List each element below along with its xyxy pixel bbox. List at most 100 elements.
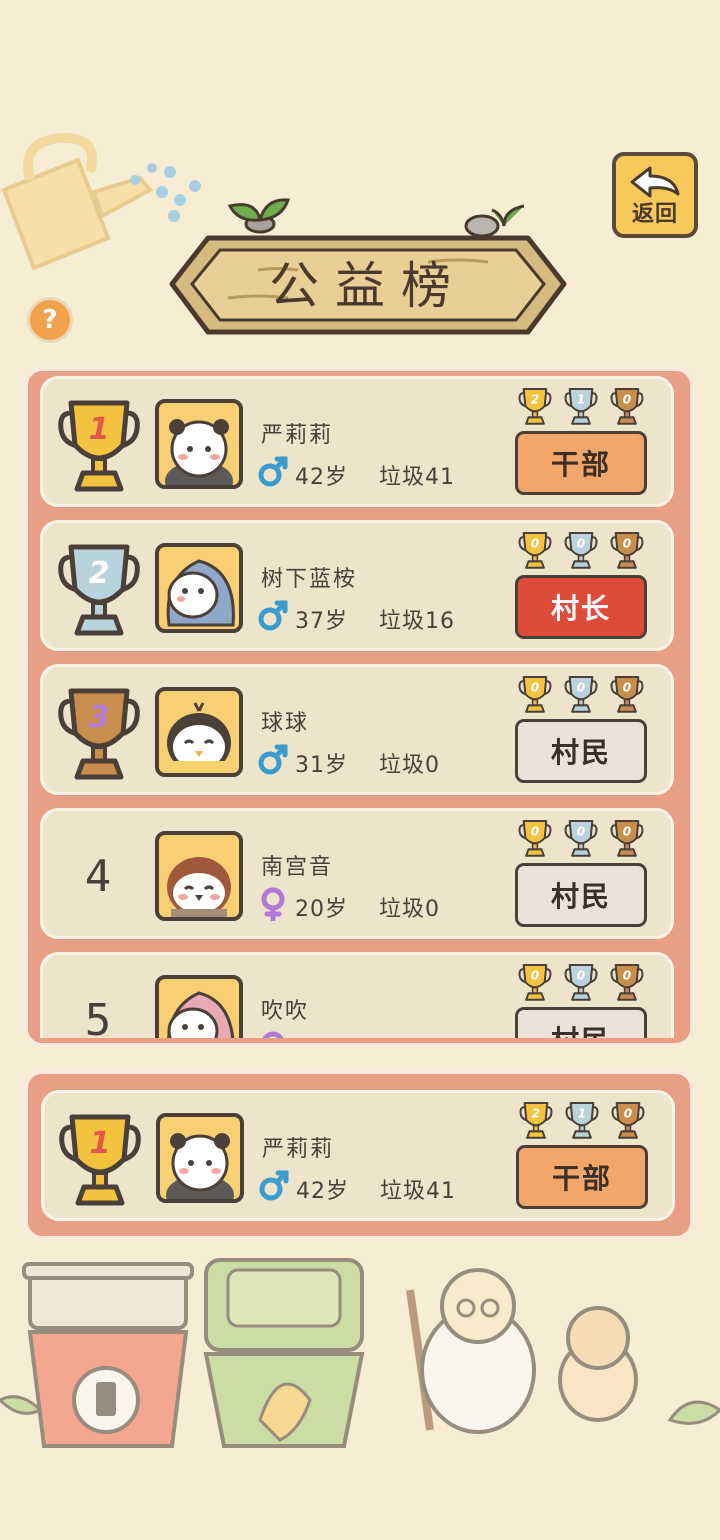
svg-text:0: 0	[577, 681, 585, 695]
ranking-row[interactable]: 3 球球 31岁 垃圾0 0 0 0 村民	[40, 664, 674, 795]
player-name: 树下蓝桉	[261, 567, 358, 592]
svg-text:0: 0	[623, 969, 631, 983]
medal-trophy-icon: 1	[564, 1099, 600, 1145]
medal-trophy-icon: 0	[609, 529, 645, 575]
svg-text:0: 0	[577, 825, 585, 839]
trophy-icon: 2	[57, 537, 141, 641]
hamster-elder-icon	[406, 1268, 638, 1434]
svg-text:0: 0	[623, 537, 631, 551]
garbage-count: 垃圾41	[379, 465, 455, 490]
svg-text:0: 0	[623, 681, 631, 695]
svg-text:2: 2	[532, 1107, 540, 1121]
svg-text:0: 0	[623, 825, 631, 839]
bottom-scene	[0, 1258, 720, 1448]
svg-text:3: 3	[89, 700, 110, 735]
medal-counts: 0 0 0	[517, 673, 647, 715]
rank-number: 4	[84, 850, 112, 902]
svg-text:1: 1	[90, 1126, 111, 1161]
medal-trophy-icon: 0	[609, 961, 645, 1007]
ranking-row[interactable]: 1 严莉莉 42岁 垃圾41 2 1 0 干部	[40, 376, 674, 507]
svg-text:0: 0	[531, 681, 539, 695]
garbage-count: 垃圾0	[379, 753, 440, 778]
ranking-row[interactable]: 4 南宫音 20岁 垃圾0 0 0 0 村民	[40, 808, 674, 939]
ranking-row[interactable]: 2 树下蓝桉 37岁 垃圾16 0 0 0 村长	[40, 520, 674, 651]
medal-counts: 0 0 0	[517, 817, 647, 859]
svg-text:0: 0	[531, 825, 539, 839]
medal-counts: 2 1 0	[518, 1099, 648, 1141]
ranking-list[interactable]: 1 严莉莉 42岁 垃圾41 2 1 0 干部 2 树下蓝桉 37岁 垃圾16 …	[40, 376, 676, 1038]
penguin-avatar[interactable]	[155, 687, 243, 777]
svg-text:0: 0	[531, 537, 539, 551]
role-button[interactable]: 干部	[516, 1145, 648, 1209]
svg-text:2: 2	[89, 556, 110, 591]
pink-hedgehog-avatar[interactable]	[155, 975, 243, 1038]
medal-trophy-icon: 0	[563, 673, 599, 719]
garbage-count: 垃圾41	[380, 1179, 456, 1204]
svg-text:1: 1	[578, 1107, 586, 1121]
hedgehog-avatar[interactable]	[155, 543, 243, 633]
recycle-bin-icon	[22, 1262, 194, 1448]
male-icon	[257, 743, 289, 777]
help-button[interactable]: ?	[27, 297, 73, 343]
medal-trophy-icon: 0	[609, 673, 645, 719]
rank-number: 5	[84, 994, 112, 1039]
player-name: 吹吹	[261, 999, 310, 1024]
female-icon	[257, 887, 289, 923]
player-name: 严莉莉	[262, 1137, 335, 1162]
player-age: 42岁	[296, 1179, 349, 1204]
ranking-row[interactable]: 5 吹吹 0 0 0 村民	[40, 952, 674, 1038]
sparrow-avatar[interactable]	[155, 831, 243, 921]
back-button[interactable]: 返回	[612, 152, 698, 238]
medal-trophy-icon: 0	[610, 1099, 646, 1145]
medal-trophy-icon: 0	[609, 385, 645, 431]
panda-avatar[interactable]	[156, 1113, 244, 1203]
player-name: 南宫音	[261, 855, 334, 880]
player-age: 20岁	[295, 897, 348, 922]
svg-text:1: 1	[577, 393, 585, 407]
svg-text:0: 0	[577, 537, 585, 551]
trophy-icon: 1	[57, 393, 141, 497]
medal-trophy-icon: 0	[563, 961, 599, 1007]
medal-counts: 2 1 0	[517, 385, 647, 427]
medal-trophy-icon: 0	[517, 673, 553, 719]
medal-trophy-icon: 2	[517, 385, 553, 431]
male-icon	[257, 455, 289, 489]
medal-trophy-icon: 0	[609, 817, 645, 863]
medal-trophy-icon: 0	[563, 817, 599, 863]
role-button[interactable]: 村民	[515, 863, 647, 927]
medal-trophy-icon: 0	[563, 529, 599, 575]
svg-text:2: 2	[531, 393, 539, 407]
role-button[interactable]: 村民	[515, 719, 647, 783]
my-ranking-row[interactable]: 1 严莉莉 42岁 垃圾41 2 1 0 干部	[41, 1090, 675, 1221]
player-age: 37岁	[295, 609, 348, 634]
medal-counts: 0 0 0	[517, 529, 647, 571]
role-button[interactable]: 村长	[515, 575, 647, 639]
male-icon	[258, 1169, 290, 1203]
garbage-count: 垃圾0	[379, 897, 440, 922]
role-button[interactable]: 干部	[515, 431, 647, 495]
garbage-count: 垃圾16	[379, 609, 455, 634]
player-name: 严莉莉	[261, 423, 334, 448]
medal-trophy-icon: 0	[517, 817, 553, 863]
svg-text:1: 1	[89, 412, 110, 447]
medal-trophy-icon: 2	[518, 1099, 554, 1145]
medal-trophy-icon: 1	[563, 385, 599, 431]
player-name: 球球	[261, 711, 310, 736]
svg-text:0: 0	[624, 1107, 632, 1121]
medal-trophy-icon: 0	[517, 961, 553, 1007]
medal-counts: 0 0 0	[517, 961, 647, 1003]
player-age: 42岁	[295, 465, 348, 490]
back-arrow-icon	[630, 166, 680, 198]
svg-text:0: 0	[577, 969, 585, 983]
medal-trophy-icon: 0	[517, 529, 553, 575]
back-label: 返回	[631, 202, 678, 227]
role-button[interactable]: 村民	[515, 1007, 647, 1038]
player-age: 31岁	[295, 753, 348, 778]
trophy-icon: 1	[58, 1107, 142, 1211]
female-icon	[257, 1031, 289, 1038]
svg-text:0: 0	[623, 393, 631, 407]
help-icon: ?	[42, 305, 58, 335]
page-title: 公益榜	[269, 257, 467, 315]
panda-avatar[interactable]	[155, 399, 243, 489]
trophy-icon: 3	[57, 681, 141, 785]
